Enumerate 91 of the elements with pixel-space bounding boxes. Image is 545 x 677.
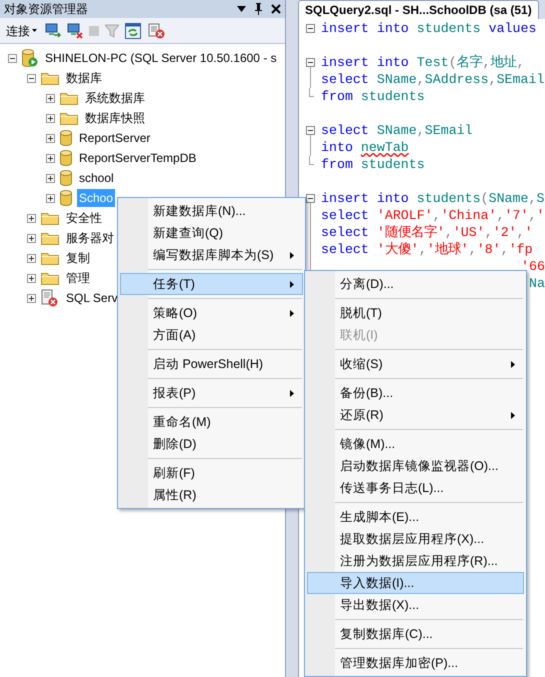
connect-icon[interactable] (45, 22, 61, 38)
menu-item[interactable]: 管理数据库加密(P)... (307, 652, 524, 674)
fold-end-line (309, 88, 314, 97)
code-line: select '随便名字','US','2',' (320, 224, 533, 241)
expand-icon[interactable] (46, 174, 55, 182)
code-line: select SName,SAddress,SEmail (320, 71, 544, 88)
folder-icon (41, 271, 59, 285)
folder-icon (41, 211, 59, 225)
tree-item[interactable]: SQL Serv (64, 289, 120, 307)
collapse-icon[interactable] (8, 54, 17, 62)
tree-item[interactable]: 数据库 (64, 69, 104, 87)
menu-item[interactable]: 脱机(T) (307, 302, 524, 324)
database-icon (60, 170, 72, 186)
panel-title: 对象资源管理器 (4, 1, 88, 18)
menu-item[interactable]: 新建数据库(N)... (120, 200, 303, 222)
menu-item[interactable]: 新建查询(Q) (120, 222, 303, 244)
menu-item[interactable]: 镜像(M)... (307, 433, 524, 455)
expand-icon[interactable] (46, 94, 55, 102)
folder-icon (41, 71, 59, 85)
tree-item[interactable]: 数据库快照 (83, 109, 147, 127)
menu-item[interactable]: 收缩(S) (307, 353, 524, 375)
tree-item[interactable]: 安全性 (64, 209, 104, 227)
database-icon (60, 130, 72, 146)
tree-item[interactable]: 服务器对 (64, 229, 116, 247)
menu-item[interactable]: 属性(R) (120, 484, 303, 506)
expand-icon[interactable] (27, 254, 36, 262)
code-line: select 'AROLF','China','7',' (320, 207, 544, 224)
expand-icon[interactable] (46, 194, 55, 202)
code-line: '66 (521, 258, 545, 275)
editor-tab[interactable]: SQLQuery2.sql - SH...SchoolDB (sa (51) (298, 0, 539, 19)
menu-item[interactable]: 编写数据库脚本为(S) (120, 244, 303, 266)
menu-item[interactable]: 启动数据库镜像监视器(O)... (307, 455, 524, 477)
menu-item[interactable]: 报表(P) (120, 382, 303, 404)
pin-icon[interactable] (254, 3, 263, 15)
dropdown-icon[interactable] (237, 6, 246, 12)
folder-icon (41, 251, 59, 265)
menu-item[interactable]: 注册为数据层应用程序(R)... (307, 550, 524, 572)
menu-item[interactable]: 导出数据(X)... (307, 594, 524, 616)
menu-item[interactable]: 导入数据(I)... (307, 572, 524, 594)
folder-icon (60, 111, 78, 125)
menu-item[interactable]: 任务(T) (120, 273, 303, 295)
stop-activity-icon[interactable] (147, 22, 165, 38)
expand-icon[interactable] (27, 214, 36, 222)
tree-item[interactable]: SHINELON-PC (SQL Server 10.50.1600 - s (43, 49, 279, 67)
menu-item[interactable]: 还原(R) (307, 404, 524, 426)
menu-item[interactable]: 删除(D) (120, 433, 303, 455)
code-line: from students (320, 156, 425, 173)
tree-item[interactable]: 复制 (64, 249, 92, 267)
code-line: into newTab (320, 139, 409, 156)
tree-item[interactable]: 系统数据库 (83, 89, 147, 107)
menu-item[interactable]: 备份(B)... (307, 382, 524, 404)
expand-icon[interactable] (46, 114, 55, 122)
menu-item[interactable]: 提取数据层应用程序(X)... (307, 528, 524, 550)
folder-icon (60, 91, 78, 105)
code-line: insert into students(SName,S (320, 190, 544, 207)
expand-icon[interactable] (46, 134, 55, 142)
menu-item[interactable]: 生成脚本(E)... (307, 506, 524, 528)
database-icon (60, 150, 72, 166)
code-line: Na (529, 275, 545, 292)
caret-icon (32, 29, 37, 32)
menu-item[interactable]: 复制数据库(C)... (307, 623, 524, 645)
code-line: select '大傻','地球','8','fp (320, 241, 533, 258)
tree-item[interactable]: ReportServerTempDB (77, 149, 198, 167)
menu-item[interactable]: 分离(D)... (307, 273, 524, 295)
code-line: insert into students values (320, 20, 536, 37)
tree-item[interactable]: 管理 (64, 269, 92, 287)
menu-item[interactable]: 重命名(M) (120, 411, 303, 433)
code-line: select SName,SEmail (320, 122, 473, 139)
menu-item[interactable]: 策略(O) (120, 302, 303, 324)
expand-icon[interactable] (27, 274, 36, 282)
database-icon (60, 190, 72, 206)
menu-item[interactable]: 方面(A) (120, 324, 303, 346)
connect-button[interactable]: 连接 (4, 22, 39, 40)
tree-item[interactable]: school (77, 169, 116, 187)
tree-item[interactable]: ReportServer (77, 129, 152, 147)
expand-icon[interactable] (46, 154, 55, 162)
refresh-icon[interactable] (125, 22, 141, 38)
code-line: insert into Test(名字,地址, (320, 54, 525, 71)
server-icon (22, 49, 38, 67)
expand-icon[interactable] (27, 294, 36, 302)
folder-icon (41, 231, 59, 245)
collapse-icon[interactable] (27, 74, 36, 82)
menu-item[interactable]: 启动 PowerShell(H) (120, 353, 303, 375)
close-icon[interactable] (271, 4, 281, 14)
code-line: from students (320, 88, 425, 105)
menu-item[interactable]: 刷新(F) (120, 462, 303, 484)
expand-icon[interactable] (27, 234, 36, 242)
menu-item[interactable]: 传送事务日志(L)... (307, 477, 524, 499)
disconnect-icon[interactable] (67, 22, 83, 38)
agent-icon (41, 289, 59, 307)
fold-end-line (309, 156, 314, 165)
